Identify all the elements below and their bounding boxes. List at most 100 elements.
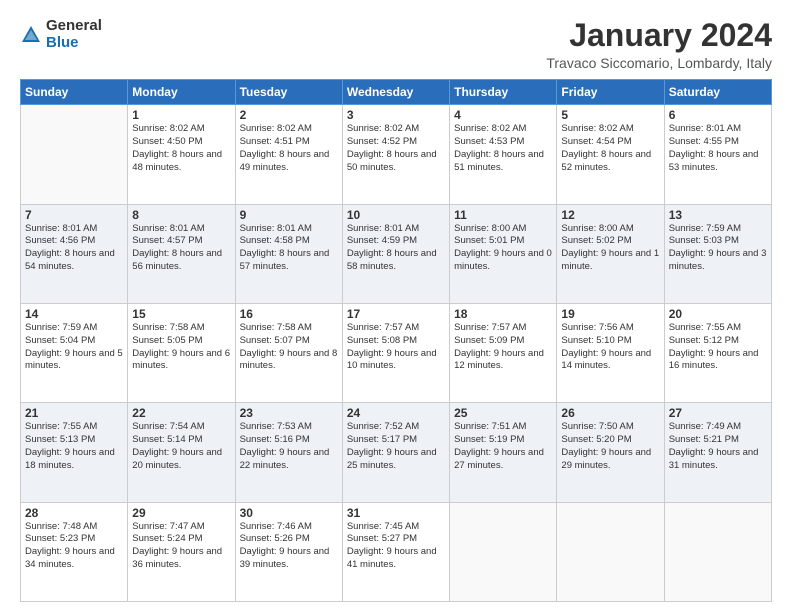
- calendar-cell: 31Sunrise: 7:45 AMSunset: 5:27 PMDayligh…: [342, 502, 449, 601]
- title-block: January 2024 Travaco Siccomario, Lombard…: [546, 18, 772, 71]
- day-info: Sunrise: 8:02 AMSunset: 4:50 PMDaylight:…: [132, 123, 230, 174]
- day-info: Sunrise: 8:01 AMSunset: 4:56 PMDaylight:…: [25, 223, 123, 274]
- calendar-cell: 24Sunrise: 7:52 AMSunset: 5:17 PMDayligh…: [342, 403, 449, 502]
- calendar-cell: 3Sunrise: 8:02 AMSunset: 4:52 PMDaylight…: [342, 105, 449, 204]
- day-info: Sunrise: 7:51 AMSunset: 5:19 PMDaylight:…: [454, 421, 552, 472]
- day-number: 30: [240, 506, 338, 520]
- calendar-cell: 9Sunrise: 8:01 AMSunset: 4:58 PMDaylight…: [235, 204, 342, 303]
- day-number: 21: [25, 406, 123, 420]
- calendar-cell: 8Sunrise: 8:01 AMSunset: 4:57 PMDaylight…: [128, 204, 235, 303]
- day-info: Sunrise: 7:54 AMSunset: 5:14 PMDaylight:…: [132, 421, 230, 472]
- header: General Blue January 2024 Travaco Siccom…: [20, 18, 772, 71]
- logo-blue: Blue: [46, 35, 102, 52]
- day-number: 12: [561, 208, 659, 222]
- calendar-cell: 7Sunrise: 8:01 AMSunset: 4:56 PMDaylight…: [21, 204, 128, 303]
- calendar-cell: 25Sunrise: 7:51 AMSunset: 5:19 PMDayligh…: [450, 403, 557, 502]
- week-row-5: 28Sunrise: 7:48 AMSunset: 5:23 PMDayligh…: [21, 502, 772, 601]
- calendar-cell: [450, 502, 557, 601]
- day-info: Sunrise: 7:58 AMSunset: 5:07 PMDaylight:…: [240, 322, 338, 373]
- day-number: 14: [25, 307, 123, 321]
- day-info: Sunrise: 8:02 AMSunset: 4:53 PMDaylight:…: [454, 123, 552, 174]
- calendar-cell: 11Sunrise: 8:00 AMSunset: 5:01 PMDayligh…: [450, 204, 557, 303]
- calendar-cell: 5Sunrise: 8:02 AMSunset: 4:54 PMDaylight…: [557, 105, 664, 204]
- day-number: 2: [240, 108, 338, 122]
- calendar-cell: 1Sunrise: 8:02 AMSunset: 4:50 PMDaylight…: [128, 105, 235, 204]
- day-number: 15: [132, 307, 230, 321]
- calendar-cell: 15Sunrise: 7:58 AMSunset: 5:05 PMDayligh…: [128, 303, 235, 402]
- day-info: Sunrise: 8:00 AMSunset: 5:02 PMDaylight:…: [561, 223, 659, 274]
- day-number: 22: [132, 406, 230, 420]
- day-info: Sunrise: 7:46 AMSunset: 5:26 PMDaylight:…: [240, 521, 338, 572]
- day-info: Sunrise: 7:52 AMSunset: 5:17 PMDaylight:…: [347, 421, 445, 472]
- weekday-header-sunday: Sunday: [21, 80, 128, 105]
- calendar-cell: 2Sunrise: 8:02 AMSunset: 4:51 PMDaylight…: [235, 105, 342, 204]
- day-info: Sunrise: 8:00 AMSunset: 5:01 PMDaylight:…: [454, 223, 552, 274]
- day-info: Sunrise: 7:49 AMSunset: 5:21 PMDaylight:…: [669, 421, 767, 472]
- week-row-2: 7Sunrise: 8:01 AMSunset: 4:56 PMDaylight…: [21, 204, 772, 303]
- day-number: 17: [347, 307, 445, 321]
- calendar-table: SundayMondayTuesdayWednesdayThursdayFrid…: [20, 79, 772, 602]
- calendar-cell: 20Sunrise: 7:55 AMSunset: 5:12 PMDayligh…: [664, 303, 771, 402]
- day-number: 4: [454, 108, 552, 122]
- calendar-title: January 2024: [546, 18, 772, 53]
- day-number: 6: [669, 108, 767, 122]
- calendar-cell: 19Sunrise: 7:56 AMSunset: 5:10 PMDayligh…: [557, 303, 664, 402]
- calendar-cell: [557, 502, 664, 601]
- day-number: 5: [561, 108, 659, 122]
- week-row-1: 1Sunrise: 8:02 AMSunset: 4:50 PMDaylight…: [21, 105, 772, 204]
- calendar-cell: 10Sunrise: 8:01 AMSunset: 4:59 PMDayligh…: [342, 204, 449, 303]
- day-number: 25: [454, 406, 552, 420]
- weekday-header-thursday: Thursday: [450, 80, 557, 105]
- calendar-cell: 14Sunrise: 7:59 AMSunset: 5:04 PMDayligh…: [21, 303, 128, 402]
- day-number: 1: [132, 108, 230, 122]
- weekday-header-friday: Friday: [557, 80, 664, 105]
- day-number: 3: [347, 108, 445, 122]
- day-info: Sunrise: 8:01 AMSunset: 4:57 PMDaylight:…: [132, 223, 230, 274]
- day-info: Sunrise: 7:45 AMSunset: 5:27 PMDaylight:…: [347, 521, 445, 572]
- logo-text: General Blue: [46, 18, 102, 51]
- calendar-subtitle: Travaco Siccomario, Lombardy, Italy: [546, 55, 772, 71]
- day-number: 20: [669, 307, 767, 321]
- day-number: 27: [669, 406, 767, 420]
- calendar-cell: 29Sunrise: 7:47 AMSunset: 5:24 PMDayligh…: [128, 502, 235, 601]
- calendar-cell: 16Sunrise: 7:58 AMSunset: 5:07 PMDayligh…: [235, 303, 342, 402]
- day-info: Sunrise: 8:02 AMSunset: 4:51 PMDaylight:…: [240, 123, 338, 174]
- day-info: Sunrise: 8:02 AMSunset: 4:52 PMDaylight:…: [347, 123, 445, 174]
- day-number: 10: [347, 208, 445, 222]
- calendar-cell: 28Sunrise: 7:48 AMSunset: 5:23 PMDayligh…: [21, 502, 128, 601]
- day-number: 11: [454, 208, 552, 222]
- day-number: 8: [132, 208, 230, 222]
- weekday-header-row: SundayMondayTuesdayWednesdayThursdayFrid…: [21, 80, 772, 105]
- calendar-cell: 27Sunrise: 7:49 AMSunset: 5:21 PMDayligh…: [664, 403, 771, 502]
- day-number: 29: [132, 506, 230, 520]
- weekday-header-monday: Monday: [128, 80, 235, 105]
- calendar-cell: 6Sunrise: 8:01 AMSunset: 4:55 PMDaylight…: [664, 105, 771, 204]
- day-number: 13: [669, 208, 767, 222]
- day-info: Sunrise: 8:01 AMSunset: 4:58 PMDaylight:…: [240, 223, 338, 274]
- day-number: 16: [240, 307, 338, 321]
- day-info: Sunrise: 7:58 AMSunset: 5:05 PMDaylight:…: [132, 322, 230, 373]
- day-info: Sunrise: 7:53 AMSunset: 5:16 PMDaylight:…: [240, 421, 338, 472]
- week-row-4: 21Sunrise: 7:55 AMSunset: 5:13 PMDayligh…: [21, 403, 772, 502]
- day-number: 26: [561, 406, 659, 420]
- calendar-cell: 18Sunrise: 7:57 AMSunset: 5:09 PMDayligh…: [450, 303, 557, 402]
- calendar-cell: [664, 502, 771, 601]
- day-info: Sunrise: 8:01 AMSunset: 4:59 PMDaylight:…: [347, 223, 445, 274]
- day-info: Sunrise: 8:02 AMSunset: 4:54 PMDaylight:…: [561, 123, 659, 174]
- day-info: Sunrise: 8:01 AMSunset: 4:55 PMDaylight:…: [669, 123, 767, 174]
- calendar-cell: 13Sunrise: 7:59 AMSunset: 5:03 PMDayligh…: [664, 204, 771, 303]
- calendar-cell: 30Sunrise: 7:46 AMSunset: 5:26 PMDayligh…: [235, 502, 342, 601]
- weekday-header-tuesday: Tuesday: [235, 80, 342, 105]
- calendar-cell: 21Sunrise: 7:55 AMSunset: 5:13 PMDayligh…: [21, 403, 128, 502]
- day-number: 7: [25, 208, 123, 222]
- logo-general: General: [46, 18, 102, 35]
- day-info: Sunrise: 7:55 AMSunset: 5:12 PMDaylight:…: [669, 322, 767, 373]
- calendar-cell: 26Sunrise: 7:50 AMSunset: 5:20 PMDayligh…: [557, 403, 664, 502]
- calendar-cell: [21, 105, 128, 204]
- day-number: 9: [240, 208, 338, 222]
- day-info: Sunrise: 7:57 AMSunset: 5:08 PMDaylight:…: [347, 322, 445, 373]
- day-info: Sunrise: 7:50 AMSunset: 5:20 PMDaylight:…: [561, 421, 659, 472]
- calendar-cell: 23Sunrise: 7:53 AMSunset: 5:16 PMDayligh…: [235, 403, 342, 502]
- logo: General Blue: [20, 18, 102, 51]
- day-info: Sunrise: 7:59 AMSunset: 5:04 PMDaylight:…: [25, 322, 123, 373]
